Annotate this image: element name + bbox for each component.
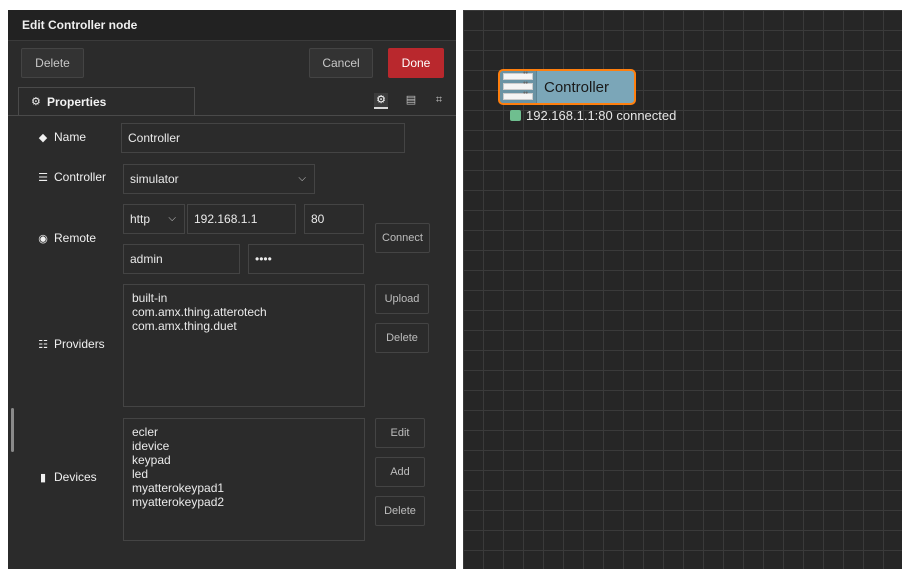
add-device-button[interactable]: Add [375,457,425,487]
protocol-select[interactable]: http ⌵ [123,204,185,234]
edit-node-panel: Edit Controller node Delete Cancel Done … [8,10,456,569]
providers-label: ☷ Providers [36,337,105,351]
port-input[interactable]: 80 [304,204,364,234]
providers-label-text: Providers [54,337,105,351]
tab-properties[interactable]: ⚙ Properties [18,87,195,115]
status-indicator [510,110,521,121]
edit-device-button[interactable]: Edit [375,418,425,448]
tab-properties-label: Properties [47,95,107,109]
rack-unit-1: •• [503,70,533,80]
name-label-text: Name [54,130,87,144]
list-item[interactable]: idevice [132,439,356,453]
connect-button[interactable]: Connect [375,223,430,253]
device-icon: ▮ [39,472,47,484]
list-item[interactable]: myatterokeypad2 [132,495,356,509]
username-input[interactable]: admin [123,244,240,274]
controller-node[interactable]: •• •• •• Controller [498,69,636,105]
database-icon: ☷ [38,339,48,351]
protocol-select-value: http [130,212,151,226]
node-status-text: 192.168.1.1:80 connected [526,108,677,123]
settings-tab-icon[interactable]: ⚙ [374,93,388,109]
chevron-down-icon: ⌵ [298,173,306,184]
delete-device-button[interactable]: Delete [375,496,425,526]
upload-button[interactable]: Upload [375,284,429,314]
controller-label-text: Controller [54,170,107,184]
controller-select-value: simulator [130,172,179,186]
password-input[interactable]: •••• [248,244,364,274]
list-item[interactable]: com.amx.thing.duet [132,319,356,333]
appearance-tab-icon[interactable]: ⌗ [432,93,446,107]
rack-unit-3: •• [503,90,533,100]
panel-title: Edit Controller node [22,18,138,32]
node-label: Controller [544,79,610,96]
scrollbar-thumb[interactable] [11,408,14,452]
devices-label: ▮ Devices [36,470,97,484]
chevron-down-icon: ⌵ [168,213,176,224]
list-item[interactable]: ecler [132,425,356,439]
delete-node-button[interactable]: Delete [21,48,84,78]
tag-icon: ◆ [38,132,48,144]
devices-label-text: Devices [54,470,97,484]
list-item[interactable]: keypad [132,453,356,467]
providers-list[interactable]: built-in com.amx.thing.atterotech com.am… [123,284,365,407]
host-input[interactable]: 192.168.1.1 [187,204,296,234]
list-item[interactable]: built-in [132,291,356,305]
delete-provider-button[interactable]: Delete [375,323,429,353]
list-item[interactable]: led [132,467,356,481]
list-item[interactable]: com.amx.thing.atterotech [132,305,356,319]
server-rack-icon: •• •• •• [500,70,537,103]
panel-header: Edit Controller node [8,10,456,41]
description-tab-icon[interactable]: ▤ [404,93,418,107]
name-label: ◆ Name [36,130,86,144]
tab-bar: ⚙ Properties ⚙ ▤ ⌗ [8,85,456,116]
controller-label: ☰ Controller [36,170,106,184]
gear-icon: ⚙ [31,96,41,108]
globe-icon: ◉ [38,233,48,245]
remote-label-text: Remote [54,231,97,245]
rack-unit-2: •• [503,80,533,90]
devices-list[interactable]: ecler idevice keypad led myatterokeypad1… [123,418,365,541]
remote-label: ◉ Remote [36,231,96,245]
controller-select[interactable]: simulator ⌵ [123,164,315,194]
list-item[interactable]: myatterokeypad1 [132,481,356,495]
name-input[interactable]: Controller [121,123,405,153]
server-icon: ☰ [38,172,48,184]
done-button[interactable]: Done [388,48,444,78]
flow-canvas[interactable]: •• •• •• Controller 192.168.1.1:80 conne… [463,10,902,569]
cancel-button[interactable]: Cancel [309,48,373,78]
